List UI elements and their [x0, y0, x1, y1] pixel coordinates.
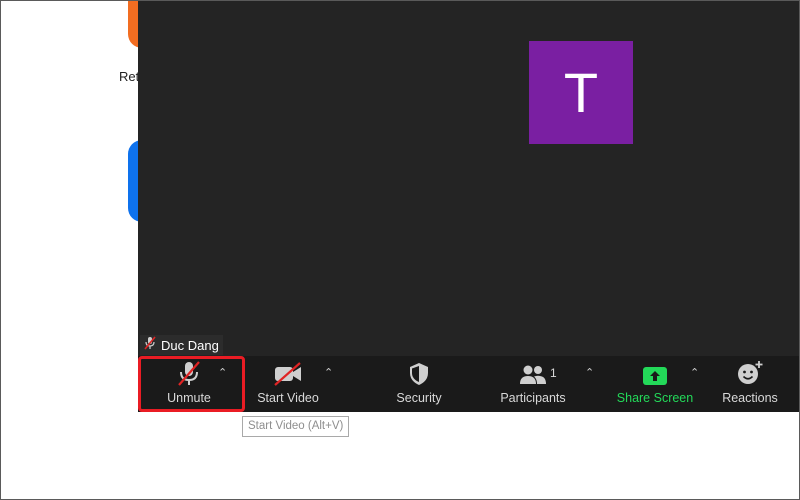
- unmute-highlight-box: [138, 356, 245, 412]
- share-screen-icon: [642, 356, 668, 386]
- participant-name-tag: Duc Dang: [140, 335, 223, 355]
- participant-name: Duc Dang: [161, 337, 219, 353]
- reactions-button[interactable]: Reactions: [722, 356, 778, 412]
- video-options-chevron-up-icon[interactable]: ⌃: [324, 366, 333, 379]
- window-top-border: [138, 0, 799, 1]
- start-video-label: Start Video: [257, 391, 319, 405]
- video-off-icon: [273, 356, 303, 386]
- meeting-toolbar: Unmute ⌃ Start Video ⌃ Security Particip…: [138, 356, 799, 412]
- participants-button[interactable]: Participants: [498, 356, 568, 412]
- start-video-button[interactable]: Start Video: [255, 356, 321, 412]
- avatar-initial: T: [563, 61, 599, 124]
- share-screen-label: Share Screen: [616, 391, 694, 405]
- desktop-partial-label: Ret: [119, 69, 140, 84]
- participants-label: Participants: [500, 391, 566, 405]
- meeting-window: T Duc Dang Unmute ⌃ Start Video ⌃ Securi…: [138, 0, 799, 412]
- participants-options-chevron-up-icon[interactable]: ⌃: [585, 366, 594, 379]
- participants-icon: [519, 356, 547, 386]
- reactions-label: Reactions: [722, 391, 778, 405]
- shield-icon: [408, 356, 430, 386]
- security-button[interactable]: Security: [394, 356, 444, 412]
- start-video-tooltip: Start Video (Alt+V): [242, 416, 350, 437]
- participant-avatar: T: [529, 41, 633, 144]
- participants-count-badge: 1: [550, 366, 557, 380]
- muted-mic-icon: [144, 335, 156, 355]
- share-options-chevron-up-icon[interactable]: ⌃: [690, 366, 699, 379]
- share-screen-button[interactable]: Share Screen: [615, 356, 695, 412]
- security-label: Security: [396, 391, 442, 405]
- smiley-plus-icon: [736, 356, 764, 386]
